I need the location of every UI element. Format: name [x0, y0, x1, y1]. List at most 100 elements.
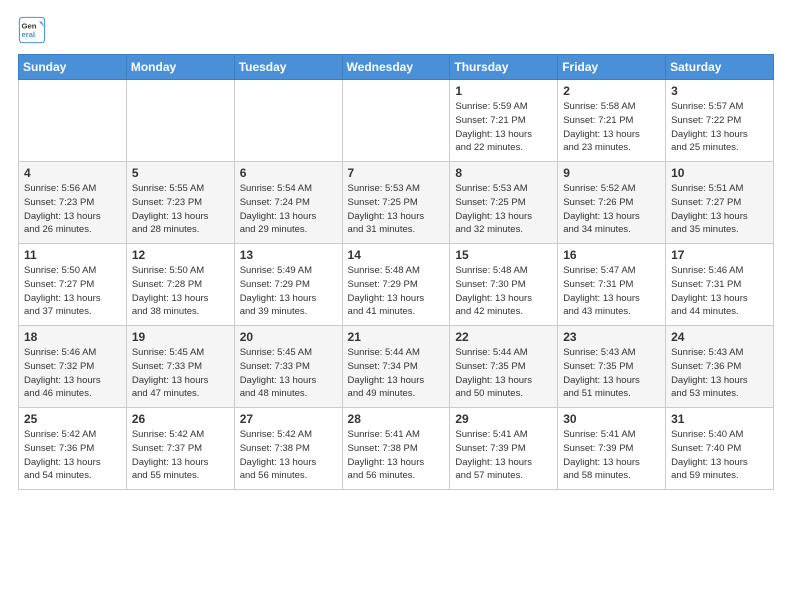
calendar-cell: 11 Sunrise: 5:50 AM Sunset: 7:27 PM Dayli… [19, 244, 127, 326]
day-info: Sunrise: 5:42 AM Sunset: 7:38 PM Dayligh… [240, 428, 337, 483]
calendar-cell: 29 Sunrise: 5:41 AM Sunset: 7:39 PM Dayli… [450, 408, 558, 490]
calendar-cell: 6Sunrise: 5:54 AM Sunset: 7:24 PM Daylig… [234, 162, 342, 244]
day-number: 3 [671, 84, 768, 98]
weekday-header: Saturday [666, 55, 774, 80]
calendar-cell: 14 Sunrise: 5:48 AM Sunset: 7:29 PM Dayli… [342, 244, 450, 326]
calendar-cell: 13 Sunrise: 5:49 AM Sunset: 7:29 PM Dayli… [234, 244, 342, 326]
calendar-cell: 3 Sunrise: 5:57 AM Sunset: 7:22 PM Daylig… [666, 80, 774, 162]
day-info: Sunrise: 5:52 AM Sunset: 7:26 PM Dayligh… [563, 182, 660, 237]
calendar-cell: 5Sunrise: 5:55 AM Sunset: 7:23 PM Daylig… [126, 162, 234, 244]
day-info: Sunrise: 5:54 AM Sunset: 7:24 PM Dayligh… [240, 182, 337, 237]
day-info: Sunrise: 5:58 AM Sunset: 7:21 PM Dayligh… [563, 100, 660, 155]
day-number: 19 [132, 330, 229, 344]
calendar-cell: 2 Sunrise: 5:58 AM Sunset: 7:21 PM Daylig… [558, 80, 666, 162]
calendar-cell: 12 Sunrise: 5:50 AM Sunset: 7:28 PM Dayli… [126, 244, 234, 326]
day-info: Sunrise: 5:59 AM Sunset: 7:21 PM Dayligh… [455, 100, 552, 155]
day-info: Sunrise: 5:43 AM Sunset: 7:36 PM Dayligh… [671, 346, 768, 401]
day-number: 25 [24, 412, 121, 426]
day-info: Sunrise: 5:47 AM Sunset: 7:31 PM Dayligh… [563, 264, 660, 319]
day-info: Sunrise: 5:45 AM Sunset: 7:33 PM Dayligh… [240, 346, 337, 401]
svg-text:eral: eral [22, 30, 36, 39]
day-info: Sunrise: 5:46 AM Sunset: 7:32 PM Dayligh… [24, 346, 121, 401]
day-number: 27 [240, 412, 337, 426]
calendar-week-row: 25 Sunrise: 5:42 AM Sunset: 7:36 PM Dayli… [19, 408, 774, 490]
calendar-cell: 27 Sunrise: 5:42 AM Sunset: 7:38 PM Dayli… [234, 408, 342, 490]
day-number: 2 [563, 84, 660, 98]
day-info: Sunrise: 5:48 AM Sunset: 7:29 PM Dayligh… [348, 264, 445, 319]
day-number: 8 [455, 166, 552, 180]
day-info: Sunrise: 5:43 AM Sunset: 7:35 PM Dayligh… [563, 346, 660, 401]
calendar-cell [342, 80, 450, 162]
calendar-week-row: 18 Sunrise: 5:46 AM Sunset: 7:32 PM Dayli… [19, 326, 774, 408]
day-number: 31 [671, 412, 768, 426]
calendar-cell: 16Sunrise: 5:47 AM Sunset: 7:31 PM Dayli… [558, 244, 666, 326]
day-number: 17 [671, 248, 768, 262]
weekday-header: Monday [126, 55, 234, 80]
calendar-cell: 26Sunrise: 5:42 AM Sunset: 7:37 PM Dayli… [126, 408, 234, 490]
day-info: Sunrise: 5:44 AM Sunset: 7:35 PM Dayligh… [455, 346, 552, 401]
day-info: Sunrise: 5:41 AM Sunset: 7:38 PM Dayligh… [348, 428, 445, 483]
day-info: Sunrise: 5:42 AM Sunset: 7:37 PM Dayligh… [132, 428, 229, 483]
day-number: 14 [348, 248, 445, 262]
calendar-cell: 17 Sunrise: 5:46 AM Sunset: 7:31 PM Dayli… [666, 244, 774, 326]
day-info: Sunrise: 5:41 AM Sunset: 7:39 PM Dayligh… [455, 428, 552, 483]
day-info: Sunrise: 5:57 AM Sunset: 7:22 PM Dayligh… [671, 100, 768, 155]
logo: Gen eral [18, 16, 50, 44]
calendar-week-row: 1 Sunrise: 5:59 AM Sunset: 7:21 PM Daylig… [19, 80, 774, 162]
calendar-cell [19, 80, 127, 162]
calendar-cell: 31Sunrise: 5:40 AM Sunset: 7:40 PM Dayli… [666, 408, 774, 490]
day-number: 29 [455, 412, 552, 426]
day-number: 22 [455, 330, 552, 344]
day-info: Sunrise: 5:53 AM Sunset: 7:25 PM Dayligh… [348, 182, 445, 237]
svg-text:Gen: Gen [22, 22, 37, 31]
calendar-header-row: SundayMondayTuesdayWednesdayThursdayFrid… [19, 55, 774, 80]
day-number: 18 [24, 330, 121, 344]
calendar-week-row: 4Sunrise: 5:56 AM Sunset: 7:23 PM Daylig… [19, 162, 774, 244]
calendar-cell: 21Sunrise: 5:44 AM Sunset: 7:34 PM Dayli… [342, 326, 450, 408]
day-number: 15 [455, 248, 552, 262]
day-info: Sunrise: 5:48 AM Sunset: 7:30 PM Dayligh… [455, 264, 552, 319]
day-number: 5 [132, 166, 229, 180]
day-number: 30 [563, 412, 660, 426]
calendar-cell: 20 Sunrise: 5:45 AM Sunset: 7:33 PM Dayli… [234, 326, 342, 408]
calendar-cell: 18 Sunrise: 5:46 AM Sunset: 7:32 PM Dayli… [19, 326, 127, 408]
weekday-header: Tuesday [234, 55, 342, 80]
day-number: 9 [563, 166, 660, 180]
calendar-cell: 24 Sunrise: 5:43 AM Sunset: 7:36 PM Dayli… [666, 326, 774, 408]
calendar-cell: 8 Sunrise: 5:53 AM Sunset: 7:25 PM Daylig… [450, 162, 558, 244]
day-number: 12 [132, 248, 229, 262]
logo-icon: Gen eral [18, 16, 46, 44]
weekday-header: Wednesday [342, 55, 450, 80]
day-info: Sunrise: 5:49 AM Sunset: 7:29 PM Dayligh… [240, 264, 337, 319]
calendar-cell: 28 Sunrise: 5:41 AM Sunset: 7:38 PM Dayli… [342, 408, 450, 490]
day-info: Sunrise: 5:56 AM Sunset: 7:23 PM Dayligh… [24, 182, 121, 237]
day-number: 11 [24, 248, 121, 262]
day-info: Sunrise: 5:53 AM Sunset: 7:25 PM Dayligh… [455, 182, 552, 237]
day-number: 1 [455, 84, 552, 98]
day-number: 20 [240, 330, 337, 344]
day-info: Sunrise: 5:42 AM Sunset: 7:36 PM Dayligh… [24, 428, 121, 483]
calendar-cell: 30Sunrise: 5:41 AM Sunset: 7:39 PM Dayli… [558, 408, 666, 490]
day-info: Sunrise: 5:45 AM Sunset: 7:33 PM Dayligh… [132, 346, 229, 401]
day-number: 7 [348, 166, 445, 180]
day-number: 24 [671, 330, 768, 344]
calendar-cell: 4Sunrise: 5:56 AM Sunset: 7:23 PM Daylig… [19, 162, 127, 244]
calendar-cell: 25 Sunrise: 5:42 AM Sunset: 7:36 PM Dayli… [19, 408, 127, 490]
calendar-cell: 1 Sunrise: 5:59 AM Sunset: 7:21 PM Daylig… [450, 80, 558, 162]
day-info: Sunrise: 5:44 AM Sunset: 7:34 PM Dayligh… [348, 346, 445, 401]
day-info: Sunrise: 5:46 AM Sunset: 7:31 PM Dayligh… [671, 264, 768, 319]
header: Gen eral [18, 16, 774, 44]
calendar-cell: 9 Sunrise: 5:52 AM Sunset: 7:26 PM Daylig… [558, 162, 666, 244]
weekday-header: Sunday [19, 55, 127, 80]
day-number: 13 [240, 248, 337, 262]
day-number: 28 [348, 412, 445, 426]
calendar: SundayMondayTuesdayWednesdayThursdayFrid… [18, 54, 774, 490]
day-number: 23 [563, 330, 660, 344]
day-info: Sunrise: 5:50 AM Sunset: 7:28 PM Dayligh… [132, 264, 229, 319]
calendar-cell: 19 Sunrise: 5:45 AM Sunset: 7:33 PM Dayli… [126, 326, 234, 408]
weekday-header: Friday [558, 55, 666, 80]
weekday-header: Thursday [450, 55, 558, 80]
day-info: Sunrise: 5:51 AM Sunset: 7:27 PM Dayligh… [671, 182, 768, 237]
day-info: Sunrise: 5:50 AM Sunset: 7:27 PM Dayligh… [24, 264, 121, 319]
calendar-week-row: 11 Sunrise: 5:50 AM Sunset: 7:27 PM Dayli… [19, 244, 774, 326]
